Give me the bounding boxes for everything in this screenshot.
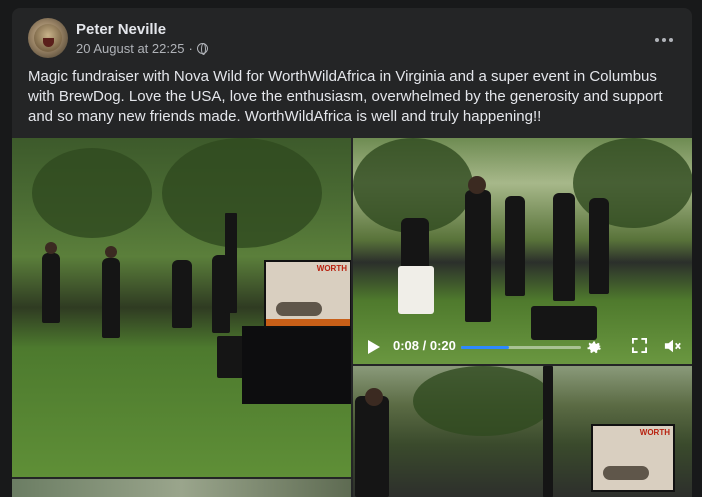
table	[242, 326, 351, 404]
video-progress-bar[interactable]	[461, 346, 581, 349]
tree-foliage	[32, 148, 152, 238]
tree-foliage	[162, 138, 322, 248]
performer-figure	[102, 258, 120, 338]
worthwildafrica-banner: WORTH	[264, 260, 351, 328]
globe-icon[interactable]	[196, 43, 208, 55]
performer-figure	[42, 253, 60, 323]
tree-trunk	[543, 366, 553, 497]
video-time: 0:08 / 0:20	[393, 338, 456, 353]
performer-head	[105, 246, 117, 258]
banner-logo: WORTH	[316, 264, 347, 273]
drum-kit	[398, 266, 434, 314]
more-options-icon-dot	[662, 38, 666, 42]
photo-band-outdoor[interactable]: WORTH	[12, 138, 351, 477]
trumpet-player-figure	[553, 193, 575, 301]
banner-logo: WORTH	[639, 428, 670, 437]
singer-head	[468, 176, 486, 194]
more-options-button[interactable]	[646, 22, 682, 58]
performer-figure	[355, 396, 389, 497]
tree-foliage	[413, 366, 553, 436]
performer-head	[365, 388, 383, 406]
banner-strip	[266, 319, 350, 326]
gear-icon[interactable]	[585, 337, 603, 355]
performer-figure	[505, 196, 525, 296]
post-meta: 20 August at 22:25 ·	[76, 41, 208, 56]
elephant-image	[276, 302, 322, 316]
video-progress-fill	[461, 346, 509, 349]
performer-figure	[589, 198, 609, 294]
photo-partial[interactable]	[12, 479, 351, 497]
video-controls: 0:08 / 0:20	[353, 330, 692, 364]
expand-icon[interactable]	[632, 338, 647, 353]
singer-figure	[465, 190, 491, 322]
worthwildafrica-banner: WORTH	[591, 424, 675, 492]
author-name[interactable]: Peter Neville	[76, 21, 166, 38]
author-avatar[interactable]	[28, 18, 68, 58]
post-timestamp[interactable]: 20 August at 22:25	[76, 41, 184, 56]
more-options-icon-dot	[669, 38, 673, 42]
play-icon[interactable]	[368, 340, 380, 354]
meta-separator: ·	[188, 41, 193, 56]
speaker-stand	[225, 213, 237, 313]
more-options-icon	[655, 38, 659, 42]
performer-figure	[172, 260, 192, 328]
photo-band-closeup[interactable]: WORTH	[353, 366, 692, 497]
elephant-image	[603, 466, 649, 480]
volume-icon[interactable]	[664, 338, 682, 354]
post-text: Magic fundraiser with Nova Wild for Wort…	[28, 68, 663, 125]
performer-head	[45, 242, 57, 254]
post-card: Peter Neville 20 August at 22:25 · Magic…	[12, 8, 692, 497]
